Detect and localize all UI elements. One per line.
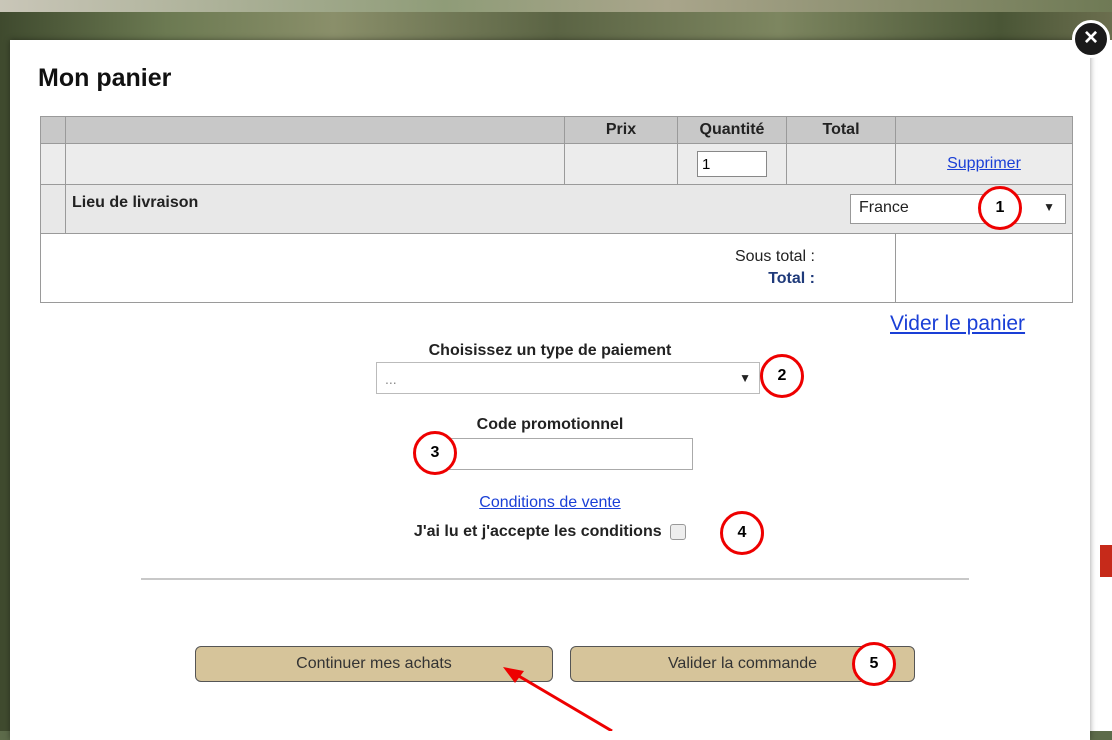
item-quantity-cell — [677, 143, 787, 185]
item-price — [564, 143, 678, 185]
item-spacer — [40, 143, 66, 185]
header-total: Total — [786, 116, 896, 144]
annotation-marker-5: 5 — [852, 642, 896, 686]
promo-code-input[interactable] — [440, 438, 693, 470]
accept-terms-checkbox[interactable] — [670, 523, 687, 540]
item-total — [786, 143, 896, 185]
shipping-label: Lieu de livraison — [72, 194, 199, 211]
summary-labels: Sous total : Total : — [40, 233, 896, 303]
header-quantity: Quantité — [677, 116, 787, 144]
continue-shopping-button[interactable]: Continuer mes achats — [195, 646, 553, 682]
cart-item-row: Supprimer — [40, 143, 1073, 185]
chevron-down-icon: ▼ — [739, 371, 751, 385]
item-product — [65, 143, 565, 185]
modal-title: Mon panier — [38, 64, 172, 92]
cart-table: Prix Quantité Total Supprimer Lieu de li… — [40, 116, 1073, 303]
annotation-marker-2: 2 — [760, 354, 804, 398]
annotation-marker-4: 4 — [720, 511, 764, 555]
header-price: Prix — [564, 116, 678, 144]
header-spacer — [40, 116, 66, 144]
total-label: Total : — [768, 270, 815, 287]
empty-cart-link[interactable]: Vider le panier — [890, 312, 1025, 336]
subtotal-label: Sous total : — [734, 248, 815, 265]
promo-label: Code promotionnel — [476, 416, 624, 433]
quantity-input[interactable] — [697, 151, 767, 177]
shipping-country-select[interactable]: France ▼ — [850, 194, 1066, 224]
item-actions: Supprimer — [895, 143, 1073, 185]
accept-terms-row: J'ai lu et j'accepte les conditions — [10, 523, 1090, 541]
shipping-country-value: France — [859, 199, 909, 216]
annotation-marker-1: 1 — [978, 186, 1022, 230]
terms-link-row: Conditions de vente — [10, 494, 1090, 512]
chevron-down-icon: ▼ — [1043, 200, 1055, 214]
background-banner — [0, 0, 1112, 12]
payment-type-value: ... — [385, 371, 397, 387]
shipping-cell: Lieu de livraison France ▼ — [65, 184, 1073, 234]
header-product — [65, 116, 565, 144]
accept-terms-label: J'ai lu et j'accepte les conditions — [413, 523, 662, 540]
header-actions — [895, 116, 1073, 144]
payment-type-select[interactable]: ... ▼ — [376, 362, 760, 394]
summary-row: Sous total : Total : — [40, 233, 1073, 303]
shipping-spacer — [40, 184, 66, 234]
shipping-row: Lieu de livraison France ▼ — [40, 184, 1073, 234]
summary-values — [895, 233, 1073, 303]
divider — [141, 578, 969, 580]
payment-label: Choisissez un type de paiement — [428, 342, 672, 359]
close-icon[interactable]: × — [1072, 20, 1110, 58]
annotation-marker-3: 3 — [413, 431, 457, 475]
cart-modal: Mon panier Prix Quantité Total Supprimer — [10, 40, 1090, 740]
remove-item-link[interactable]: Supprimer — [947, 155, 1021, 172]
terms-link[interactable]: Conditions de vente — [479, 494, 620, 511]
cart-header-row: Prix Quantité Total — [40, 116, 1073, 144]
background-red-badge — [1100, 545, 1112, 577]
